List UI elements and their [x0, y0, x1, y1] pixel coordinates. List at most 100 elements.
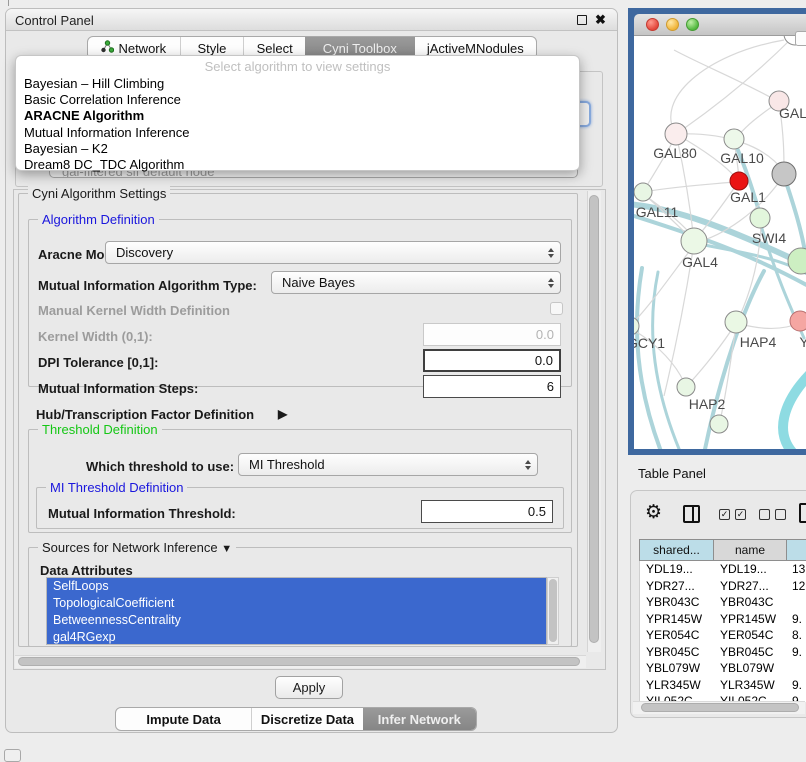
data-attributes-label: Data Attributes [40, 563, 133, 578]
table-row[interactable]: YLR345WYLR345W9. [640, 677, 806, 694]
mi-algorithm-type-combo[interactable]: Naive Bayes [271, 271, 561, 294]
network-graph[interactable]: GALGAL80GAL10GAL1GAL11SWI4GAL4GCY1HAP4YH… [634, 36, 806, 449]
mi-steps-field[interactable]: 6 [423, 375, 561, 398]
table-cell: YPR145W [640, 611, 714, 628]
mac-close-button[interactable] [646, 18, 659, 31]
bottom-tab-infer-network[interactable]: Infer Network [363, 708, 476, 730]
manual-kernel-width-label: Manual Kernel Width Definition [38, 303, 230, 318]
algorithm-option-mutual-information-inference[interactable]: Mutual Information Inference [21, 125, 574, 141]
table-panel: ⚙ ✓ ✓ shared...nameA YDL19...YDL19...13Y… [630, 490, 806, 718]
float-window-icon[interactable] [577, 15, 587, 25]
mi-threshold-group-title: MI Threshold Definition [46, 480, 187, 495]
table-cell: YPR145W [714, 611, 787, 628]
table-cell: YER054C [714, 627, 787, 644]
algorithm-option-bayesian-hill-climbing[interactable]: Bayesian – Hill Climbing [21, 76, 574, 92]
network-node-gal10[interactable] [724, 129, 744, 149]
table-panel-title: Table Panel [638, 466, 706, 481]
unchecked-box-icon[interactable] [759, 509, 770, 520]
which-threshold-combo[interactable]: MI Threshold [238, 453, 538, 476]
expand-arrow-icon[interactable]: ▶ [278, 407, 287, 421]
mac-minimize-button[interactable] [666, 18, 679, 31]
close-icon[interactable]: ✖ [595, 12, 606, 28]
apply-button[interactable]: Apply [275, 676, 343, 699]
checked-box-icon[interactable]: ✓ [719, 509, 730, 520]
combo-spinner-icon [525, 460, 531, 470]
network-node-gal11[interactable] [634, 183, 652, 201]
algorithm-option-basic-correlation-inference[interactable]: Basic Correlation Inference [21, 92, 574, 108]
network-view-window: GALGAL80GAL10GAL1GAL11SWI4GAL4GCY1HAP4YH… [628, 8, 806, 455]
table-row[interactable]: YDL19...YDL19...13 [640, 561, 806, 578]
settings-horizontal-scrollbar-thumb[interactable] [18, 657, 580, 666]
network-node-hap4[interactable] [725, 311, 747, 333]
cyni-settings-group-title: Cyni Algorithm Settings [28, 186, 170, 201]
attribute-item-betweennesscentrality[interactable]: BetweennessCentrality [47, 612, 546, 629]
settings-vertical-scrollbar-thumb[interactable] [589, 195, 599, 643]
network-canvas[interactable]: GALGAL80GAL10GAL1GAL11SWI4GAL4GCY1HAP4YH… [634, 36, 806, 449]
table-row[interactable]: YDR27...YDR27...12 [640, 578, 806, 595]
column-header-shared-[interactable]: shared... [639, 539, 713, 561]
node-table: shared...nameA YDL19...YDL19...13YDR27..… [639, 539, 806, 702]
checked-box-icon[interactable]: ✓ [735, 509, 746, 520]
algorithm-option-dream8-dc-tdc-algorithm[interactable]: Dream8 DC_TDC Algorithm [21, 157, 574, 173]
algorithm-option-bayesian-k2[interactable]: Bayesian – K2 [21, 141, 574, 157]
minimized-panel-fragment[interactable] [4, 749, 21, 762]
table-row[interactable]: YBR045CYBR045C9. [640, 644, 806, 661]
table-cell: YDR27... [714, 578, 787, 595]
network-node-label: GAL11 [636, 204, 679, 220]
network-node[interactable] [772, 162, 796, 186]
network-node-hap2[interactable] [677, 378, 695, 396]
bottom-tab-label: Impute Data [146, 712, 220, 727]
document-icon[interactable] [799, 503, 806, 523]
table-row[interactable]: YPR145WYPR145W9. [640, 611, 806, 628]
mac-zoom-button[interactable] [686, 18, 699, 31]
threshold-definition-title: Threshold Definition [38, 422, 162, 437]
table-cell: YBR043C [714, 594, 787, 611]
network-node-gal4[interactable] [681, 228, 707, 254]
network-node-label: HAP2 [689, 396, 726, 412]
dpi-tolerance-field[interactable]: 0.0 [423, 349, 561, 372]
manual-kernel-width-checkbox[interactable] [550, 302, 563, 315]
algorithm-option-aracne-algorithm[interactable]: ARACNE Algorithm [21, 108, 574, 124]
network-icon [101, 40, 114, 56]
which-threshold-value: MI Threshold [249, 457, 325, 472]
table-row[interactable]: YBR043CYBR043C [640, 594, 806, 611]
column-header-a[interactable]: A [786, 539, 806, 561]
network-node[interactable] [788, 248, 806, 274]
bottom-tab-impute-data[interactable]: Impute Data [116, 708, 251, 730]
table-horizontal-scrollbar-thumb[interactable] [641, 703, 799, 712]
table-cell: YBL079W [640, 660, 714, 677]
network-node-gal80[interactable] [665, 123, 687, 145]
network-node-y[interactable] [790, 311, 806, 331]
columns-icon[interactable] [683, 505, 700, 523]
gear-icon[interactable]: ⚙ [645, 501, 662, 523]
network-node[interactable] [710, 415, 728, 433]
combo-spinner-icon [548, 248, 554, 258]
attribute-item-topologicalcoefficient[interactable]: TopologicalCoefficient [47, 595, 546, 612]
control-panel-window: Control Panel ✖ NetworkStyleSelectCyni T… [5, 8, 618, 733]
attribute-item-selfloops[interactable]: SelfLoops [47, 578, 546, 595]
table-cell: YLR345W [640, 677, 714, 694]
mi-algorithm-type-label: Mutual Information Algorithm Type: [38, 278, 257, 293]
table-cell: 9. [787, 677, 806, 694]
kernel-width-field[interactable]: 0.0 [423, 323, 561, 346]
partial-window-fragment [795, 31, 806, 46]
table-cell: YBL079W [714, 660, 787, 677]
sources-title-text: Sources for Network Inference [42, 540, 218, 555]
tab-label: Cyni Toolbox [323, 41, 397, 56]
unchecked-box-icon[interactable] [775, 509, 786, 520]
attributes-list-scrollbar-thumb[interactable] [549, 579, 557, 642]
data-attributes-list[interactable]: SelfLoopsTopologicalCoefficientBetweenne… [46, 577, 547, 645]
column-header-name[interactable]: name [713, 539, 786, 561]
bottom-tab-bar: Impute Data Discretize DataInfer Network [115, 707, 477, 731]
table-row[interactable]: YBL079WYBL079W [640, 660, 806, 677]
network-node-gal1[interactable] [730, 172, 748, 190]
network-node-swi4[interactable] [750, 208, 770, 228]
collapse-arrow-icon[interactable]: ▼ [221, 543, 232, 555]
table-cell: 8. [787, 627, 806, 644]
aracne-mode-combo[interactable]: Discovery [105, 241, 561, 264]
attribute-item-gal4rgexp[interactable]: gal4RGexp [47, 629, 546, 645]
mi-threshold-field[interactable]: 0.5 [421, 500, 553, 523]
table-row[interactable]: YER054CYER054C8. [640, 627, 806, 644]
hub-definition-label[interactable]: Hub/Transcription Factor Definition [36, 407, 254, 422]
bottom-tab-discretize-data[interactable]: Discretize Data [251, 708, 362, 730]
